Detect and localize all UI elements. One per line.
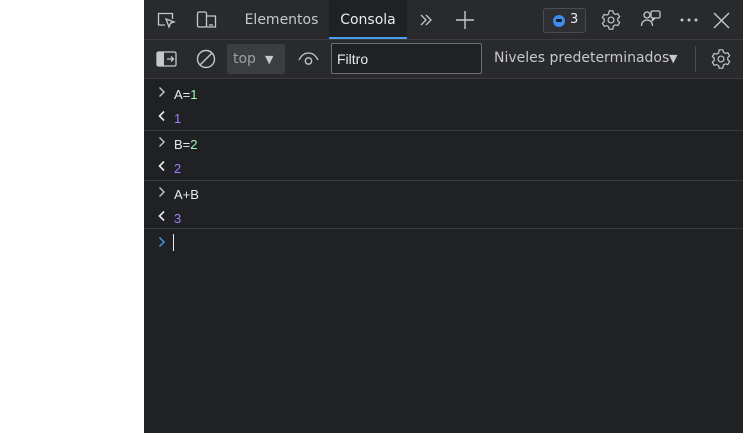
close-icon[interactable] xyxy=(713,12,730,29)
message-icon xyxy=(553,15,565,27)
input-chevron-icon xyxy=(158,186,166,198)
console-row-divider xyxy=(144,130,743,131)
device-emulation-icon[interactable] xyxy=(196,10,218,30)
tab-elementos[interactable]: Elementos xyxy=(237,0,326,39)
show-sidebar-icon[interactable] xyxy=(156,51,177,67)
levels-dropdown-arrow-icon[interactable]: ▼ xyxy=(669,52,677,65)
more-options-icon[interactable] xyxy=(679,17,699,23)
user-feedback-icon[interactable] xyxy=(640,9,662,31)
more-tabs-icon[interactable] xyxy=(419,13,433,27)
console-prompt-row[interactable] xyxy=(144,232,743,256)
tab-consola[interactable]: Consola xyxy=(329,0,407,39)
devtools-tab-bar: Elementos Consola 3 xyxy=(144,0,743,40)
clear-console-icon[interactable] xyxy=(196,49,216,69)
console-row-divider xyxy=(144,228,743,229)
console-input-text: A+B xyxy=(174,187,199,202)
devtools-panel: Elementos Consola 3 top ▼ Filtro Niveles… xyxy=(144,0,743,433)
input-chevron-icon xyxy=(158,136,166,148)
output-chevron-icon xyxy=(158,110,166,122)
console-input-row: A=1 xyxy=(144,82,743,106)
inspect-element-icon[interactable] xyxy=(156,11,176,29)
log-levels-dropdown[interactable]: Niveles predeterminados xyxy=(494,50,669,66)
text-caret xyxy=(173,234,174,251)
live-expression-eye-icon[interactable] xyxy=(298,52,319,66)
context-selector-label: top xyxy=(233,51,256,67)
console-row-divider xyxy=(144,180,743,181)
console-output-row: 3 xyxy=(144,206,743,230)
add-tab-icon[interactable] xyxy=(455,10,475,30)
prompt-chevron-icon xyxy=(158,236,166,248)
settings-gear-icon[interactable] xyxy=(600,9,622,31)
output-chevron-icon xyxy=(158,160,166,172)
console-output-row: 2 xyxy=(144,156,743,180)
console-output[interactable]: A=1 1 B=2 2 A+B 3 xyxy=(144,79,743,433)
console-input-row: B=2 xyxy=(144,132,743,156)
input-chevron-icon xyxy=(158,86,166,98)
console-settings-gear-icon[interactable] xyxy=(710,48,732,70)
toolbar-separator xyxy=(695,46,696,72)
filter-input[interactable] xyxy=(332,44,481,73)
console-output-row: 1 xyxy=(144,106,743,130)
issues-badge[interactable]: 3 xyxy=(543,8,586,33)
console-input-row: A+B xyxy=(144,182,743,206)
console-output-value: 3 xyxy=(174,211,182,226)
output-chevron-icon xyxy=(158,210,166,222)
console-input-text: B=2 xyxy=(174,137,198,152)
console-output-value: 2 xyxy=(174,161,182,176)
filter-box[interactable] xyxy=(331,43,482,74)
console-output-value: 1 xyxy=(174,111,182,126)
issues-count: 3 xyxy=(570,12,579,27)
dropdown-arrow-icon: ▼ xyxy=(265,53,274,66)
console-input-text: A=1 xyxy=(174,87,198,102)
context-selector[interactable]: top ▼ xyxy=(227,44,285,74)
console-toolbar: top ▼ Niveles predeterminados ▼ xyxy=(144,40,743,79)
